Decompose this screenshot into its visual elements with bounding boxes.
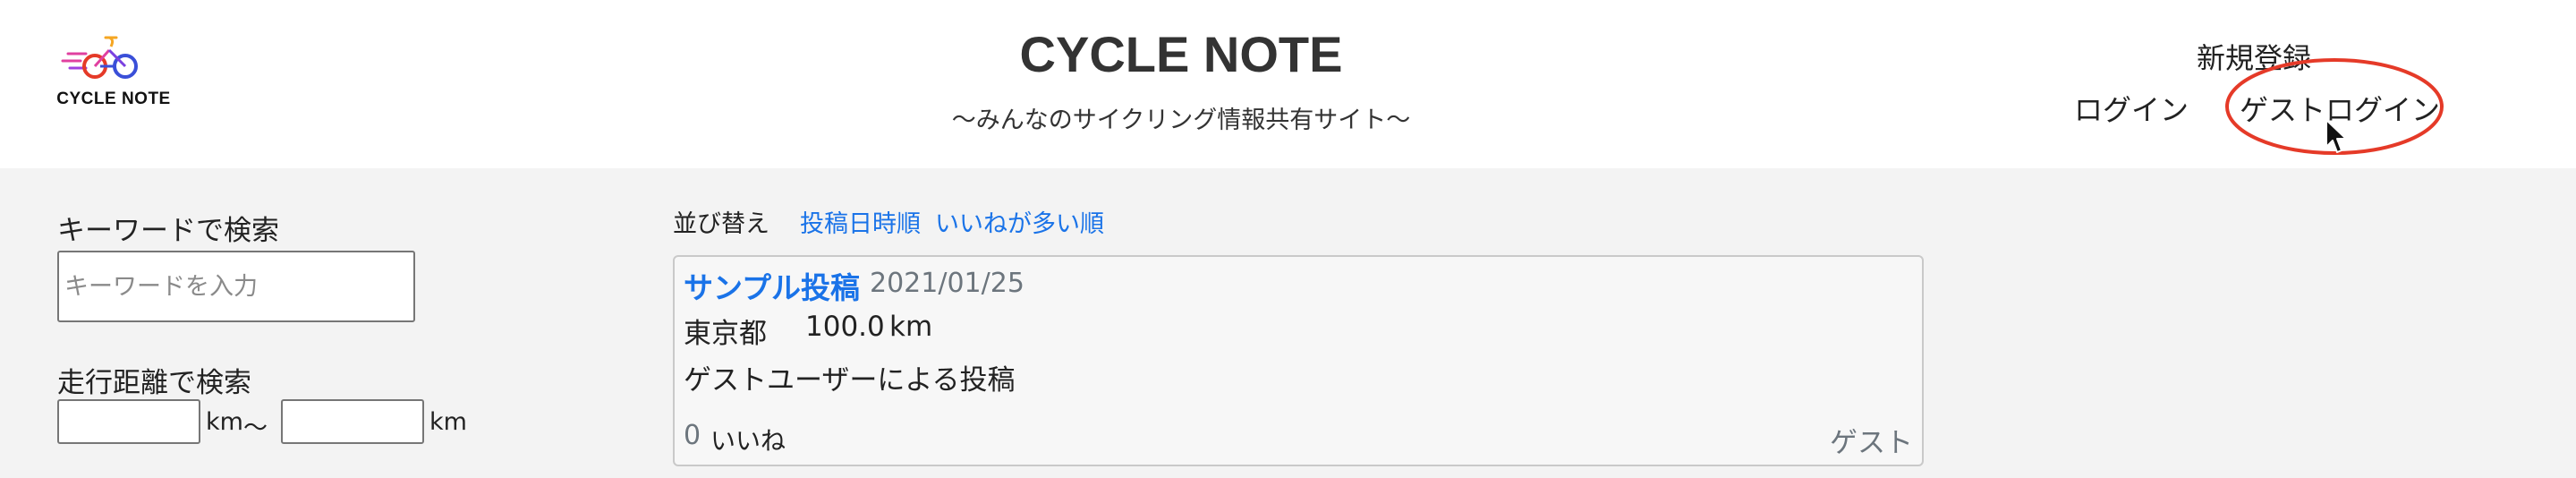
- like-button[interactable]: いいね: [710, 422, 786, 457]
- sort-by-date-link[interactable]: 投稿日時順: [800, 204, 921, 239]
- site-subtitle: 〜みんなのサイクリング情報共有サイト〜: [951, 107, 1411, 134]
- sort-label: 並び替え: [673, 210, 769, 238]
- distance-range-separator: 〜: [243, 414, 268, 442]
- login-link[interactable]: ログイン: [2074, 88, 2189, 129]
- post-location: 東京都: [684, 318, 767, 350]
- keyword-search-label: キーワードで検索: [57, 215, 279, 247]
- post-distance-unit: km: [889, 311, 933, 343]
- post-body: ゲストユーザーによる投稿: [684, 364, 1016, 397]
- keyword-search-input[interactable]: [57, 251, 415, 322]
- distance-min-input[interactable]: [57, 399, 200, 444]
- logo-text: CYCLE NOTE: [56, 90, 171, 108]
- post-distance: 100.0: [805, 311, 885, 343]
- site-logo[interactable]: CYCLE NOTE: [47, 34, 181, 115]
- post-title-link[interactable]: サンプル投稿: [684, 264, 860, 307]
- distance-min-unit: km: [206, 408, 243, 436]
- post-author[interactable]: ゲスト: [1830, 420, 1913, 460]
- distance-max-unit: km: [429, 408, 467, 436]
- distance-search-label: 走行距離で検索: [57, 367, 251, 399]
- post-card: サンプル投稿 2021/01/25 東京都 100.0 km ゲストユーザーによ…: [673, 255, 1924, 466]
- site-title[interactable]: CYCLE NOTE: [984, 25, 1378, 83]
- like-count: 0: [684, 420, 701, 451]
- post-date: 2021/01/25: [870, 268, 1024, 299]
- distance-max-input[interactable]: [281, 399, 424, 444]
- sort-by-likes-link[interactable]: いいねが多い順: [935, 204, 1104, 239]
- bicycle-logo-icon: [61, 36, 138, 79]
- main-content: キーワードで検索 走行距離で検索 km 〜 km 並び替え 投稿日時順 いいねが…: [0, 168, 2576, 478]
- site-header: CYCLE NOTE CYCLE NOTE 〜みんなのサイクリング情報共有サイト…: [0, 0, 2576, 168]
- mouse-cursor-icon: [2325, 119, 2347, 153]
